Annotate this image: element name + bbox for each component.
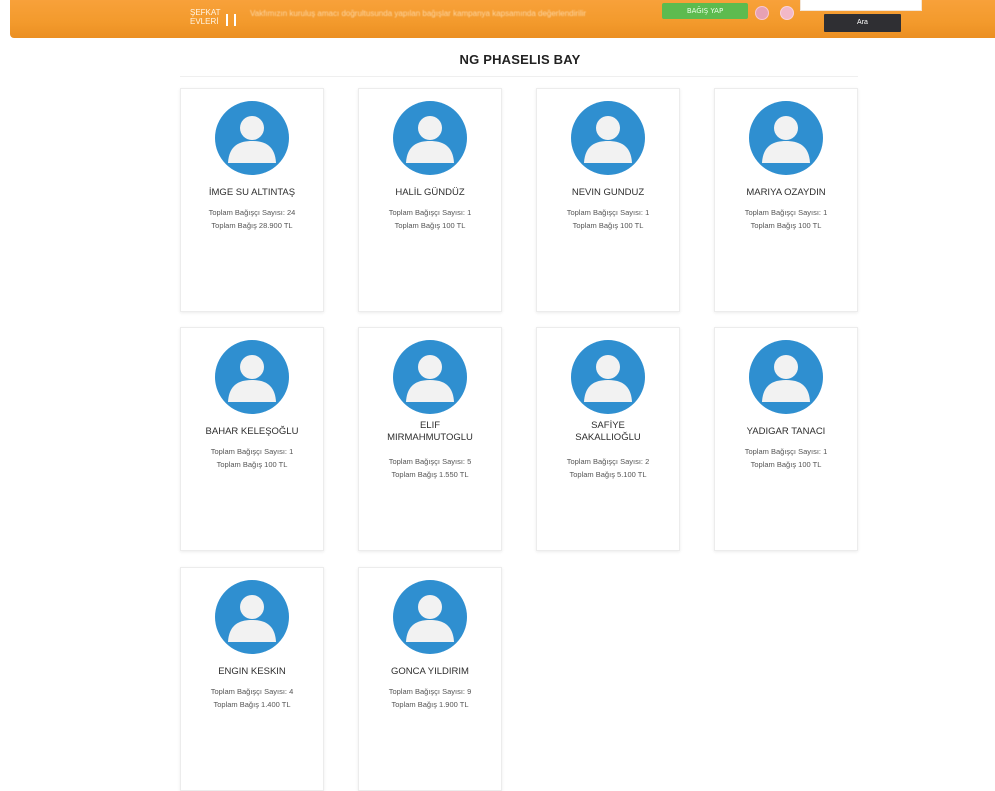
- fundraiser-card[interactable]: NEVIN GUNDUZ Toplam Bağışçı Sayısı: 1 Topl…: [536, 88, 680, 312]
- page-title: NG PHASELIS BAY: [459, 52, 581, 67]
- fundraiser-card[interactable]: BAHAR KELEŞOĞLU Toplam Bağışçı Sayısı: 1 T…: [180, 327, 324, 551]
- fundraiser-name[interactable]: NEVIN GUNDUZ: [541, 187, 675, 199]
- donor-count: Toplam Bağışçı Sayısı: 1: [566, 208, 650, 217]
- donate-button[interactable]: BAĞIŞ YAP: [662, 3, 748, 19]
- user-avatar-icon: [571, 340, 645, 414]
- donation-total: Toplam Bağış 100 TL: [216, 460, 288, 469]
- user-avatar-icon: [215, 580, 289, 654]
- donation-total: Toplam Bağış 100 TL: [394, 221, 466, 230]
- header-bar: ŞEFKAT EVLERİ Vakfımızın kuruluş amacı d…: [10, 0, 995, 38]
- fundraiser-card[interactable]: HALİL GÜNDÜZ Toplam Bağışçı Sayısı: 1 Topl…: [358, 88, 502, 312]
- donor-count: Toplam Bağışçı Sayısı: 1: [744, 208, 828, 217]
- donor-count: Toplam Bağışçı Sayısı: 5: [388, 457, 472, 466]
- user-avatar-icon: [393, 340, 467, 414]
- user-avatar-icon: [571, 101, 645, 175]
- donation-total: Toplam Bağış 5.100 TL: [569, 470, 647, 479]
- donor-count: Toplam Bağışçı Sayısı: 24: [208, 208, 296, 217]
- fundraiser-card[interactable]: ELIF MIRMAHMUTOGLU Toplam Bağışçı Sayısı:…: [358, 327, 502, 551]
- donation-total: Toplam Bağış 1.900 TL: [391, 700, 469, 709]
- fundraiser-name[interactable]: BAHAR KELEŞOĞLU: [185, 426, 319, 438]
- fundraiser-card[interactable]: YADIGAR TANACI Toplam Bağışçı Sayısı: 1 To…: [714, 327, 858, 551]
- fundraiser-name[interactable]: SAFİYE SAKALLIOĞLU: [559, 420, 657, 444]
- donation-total: Toplam Bağış 100 TL: [572, 221, 644, 230]
- fundraiser-name[interactable]: İMGE SU ALTINTAŞ: [185, 187, 319, 199]
- fundraiser-name[interactable]: HALİL GÜNDÜZ: [363, 187, 497, 199]
- title-divider: [180, 76, 858, 77]
- donor-count: Toplam Bağışçı Sayısı: 9: [388, 687, 472, 696]
- site-logo[interactable]: ŞEFKAT EVLERİ: [190, 8, 236, 30]
- donor-count: Toplam Bağışçı Sayısı: 1: [388, 208, 472, 217]
- fundraiser-name[interactable]: ELIF MIRMAHMUTOGLU: [381, 420, 479, 444]
- fundraiser-card[interactable]: İMGE SU ALTINTAŞ Toplam Bağışçı Sayısı: 2…: [180, 88, 324, 312]
- fundraiser-card[interactable]: MARIYA OZAYDIN Toplam Bağışçı Sayısı: 1 To…: [714, 88, 858, 312]
- flag-tr-icon[interactable]: [755, 6, 769, 20]
- fundraiser-name[interactable]: GONCA YILDIRIM: [363, 666, 497, 678]
- donation-total: Toplam Bağış 1.550 TL: [391, 470, 469, 479]
- user-avatar-icon: [749, 340, 823, 414]
- search-button[interactable]: Ara: [824, 14, 901, 32]
- donor-count: Toplam Bağışçı Sayısı: 2: [566, 457, 650, 466]
- donation-total: Toplam Bağış 1.400 TL: [213, 700, 291, 709]
- donation-total: Toplam Bağış 100 TL: [750, 460, 822, 469]
- fundraiser-card[interactable]: GONCA YILDIRIM Toplam Bağışçı Sayısı: 9 To…: [358, 567, 502, 791]
- fundraiser-card[interactable]: ENGIN KESKIN Toplam Bağışçı Sayısı: 4 Topl…: [180, 567, 324, 791]
- donation-total: Toplam Bağış 100 TL: [750, 221, 822, 230]
- donor-count: Toplam Bağışçı Sayısı: 1: [744, 447, 828, 456]
- search-input[interactable]: [800, 0, 922, 11]
- donor-count: Toplam Bağışçı Sayısı: 1: [210, 447, 294, 456]
- logo-mark-icon: [226, 14, 236, 26]
- fundraiser-card[interactable]: SAFİYE SAKALLIOĞLU Toplam Bağışçı Sayısı:…: [536, 327, 680, 551]
- logo-text: ŞEFKAT EVLERİ: [190, 8, 221, 26]
- fundraiser-name[interactable]: ENGIN KESKIN: [185, 666, 319, 678]
- user-avatar-icon: [215, 340, 289, 414]
- user-avatar-icon: [749, 101, 823, 175]
- announcement-ticker: Vakfımızın kuruluş amacı doğrultusunda y…: [250, 9, 587, 18]
- donor-count: Toplam Bağışçı Sayısı: 4: [210, 687, 294, 696]
- user-avatar-icon: [393, 101, 467, 175]
- user-avatar-icon: [215, 101, 289, 175]
- flag-en-icon[interactable]: [780, 6, 794, 20]
- user-avatar-icon: [393, 580, 467, 654]
- donation-total: Toplam Bağış 28.900 TL: [211, 221, 293, 230]
- fundraiser-name[interactable]: YADIGAR TANACI: [719, 426, 853, 438]
- fundraiser-name[interactable]: MARIYA OZAYDIN: [719, 187, 853, 199]
